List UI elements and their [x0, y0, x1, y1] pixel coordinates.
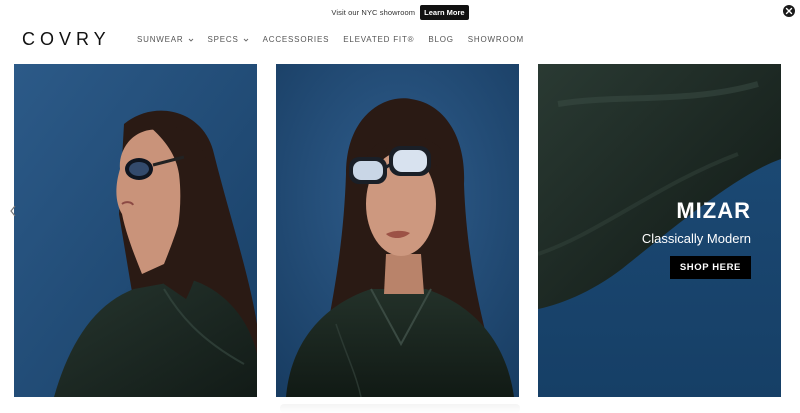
- nav-item-specs[interactable]: SPECS: [208, 35, 249, 44]
- shop-here-button[interactable]: SHOP HERE: [669, 256, 751, 279]
- product-tagline: Classically Modern: [641, 231, 751, 246]
- announcement-bar: Visit our NYC showroom Learn More: [0, 0, 800, 24]
- chevron-down-icon: [243, 38, 248, 42]
- hero-image-front[interactable]: [276, 64, 519, 397]
- site-header: COVRY SUNWEAR SPECS ACCESSORIES ELEVATED…: [0, 24, 800, 60]
- main-nav: SUNWEAR SPECS ACCESSORIES ELEVATED FIT® …: [137, 35, 524, 44]
- nav-item-sunwear[interactable]: SUNWEAR: [137, 35, 194, 44]
- nav-item-label: BLOG: [428, 35, 454, 44]
- page-fold-shadow: [280, 404, 520, 413]
- hero-promo-panel: MIZAR Classically Modern SHOP HERE: [538, 64, 781, 397]
- close-icon: [785, 7, 793, 15]
- nav-item-blog[interactable]: BLOG: [428, 35, 453, 44]
- nav-item-label: ELEVATED FIT®: [343, 35, 415, 44]
- nav-item-label: SPECS: [207, 35, 239, 44]
- nav-item-label: SUNWEAR: [137, 35, 184, 44]
- nav-item-elevated-fit[interactable]: ELEVATED FIT®: [343, 35, 414, 44]
- chevron-down-icon: [188, 38, 193, 42]
- announcement-text: Visit our NYC showroom: [331, 7, 416, 17]
- close-announcement-button[interactable]: [783, 5, 795, 17]
- product-name: MIZAR: [676, 198, 751, 223]
- brand-logo[interactable]: COVRY: [22, 29, 111, 50]
- chevron-right-icon[interactable]: [781, 205, 789, 217]
- learn-more-button[interactable]: Learn More: [420, 4, 469, 20]
- nav-item-showroom[interactable]: SHOWROOM: [468, 35, 524, 44]
- nav-item-accessories[interactable]: ACCESSORIES: [263, 35, 330, 44]
- chevron-left-icon[interactable]: [9, 205, 17, 217]
- hero-image-profile[interactable]: [14, 64, 257, 397]
- nav-item-label: ACCESSORIES: [262, 35, 330, 44]
- promo-block: MIZAR Classically Modern SHOP HERE: [642, 200, 751, 279]
- nav-item-label: SHOWROOM: [467, 35, 524, 44]
